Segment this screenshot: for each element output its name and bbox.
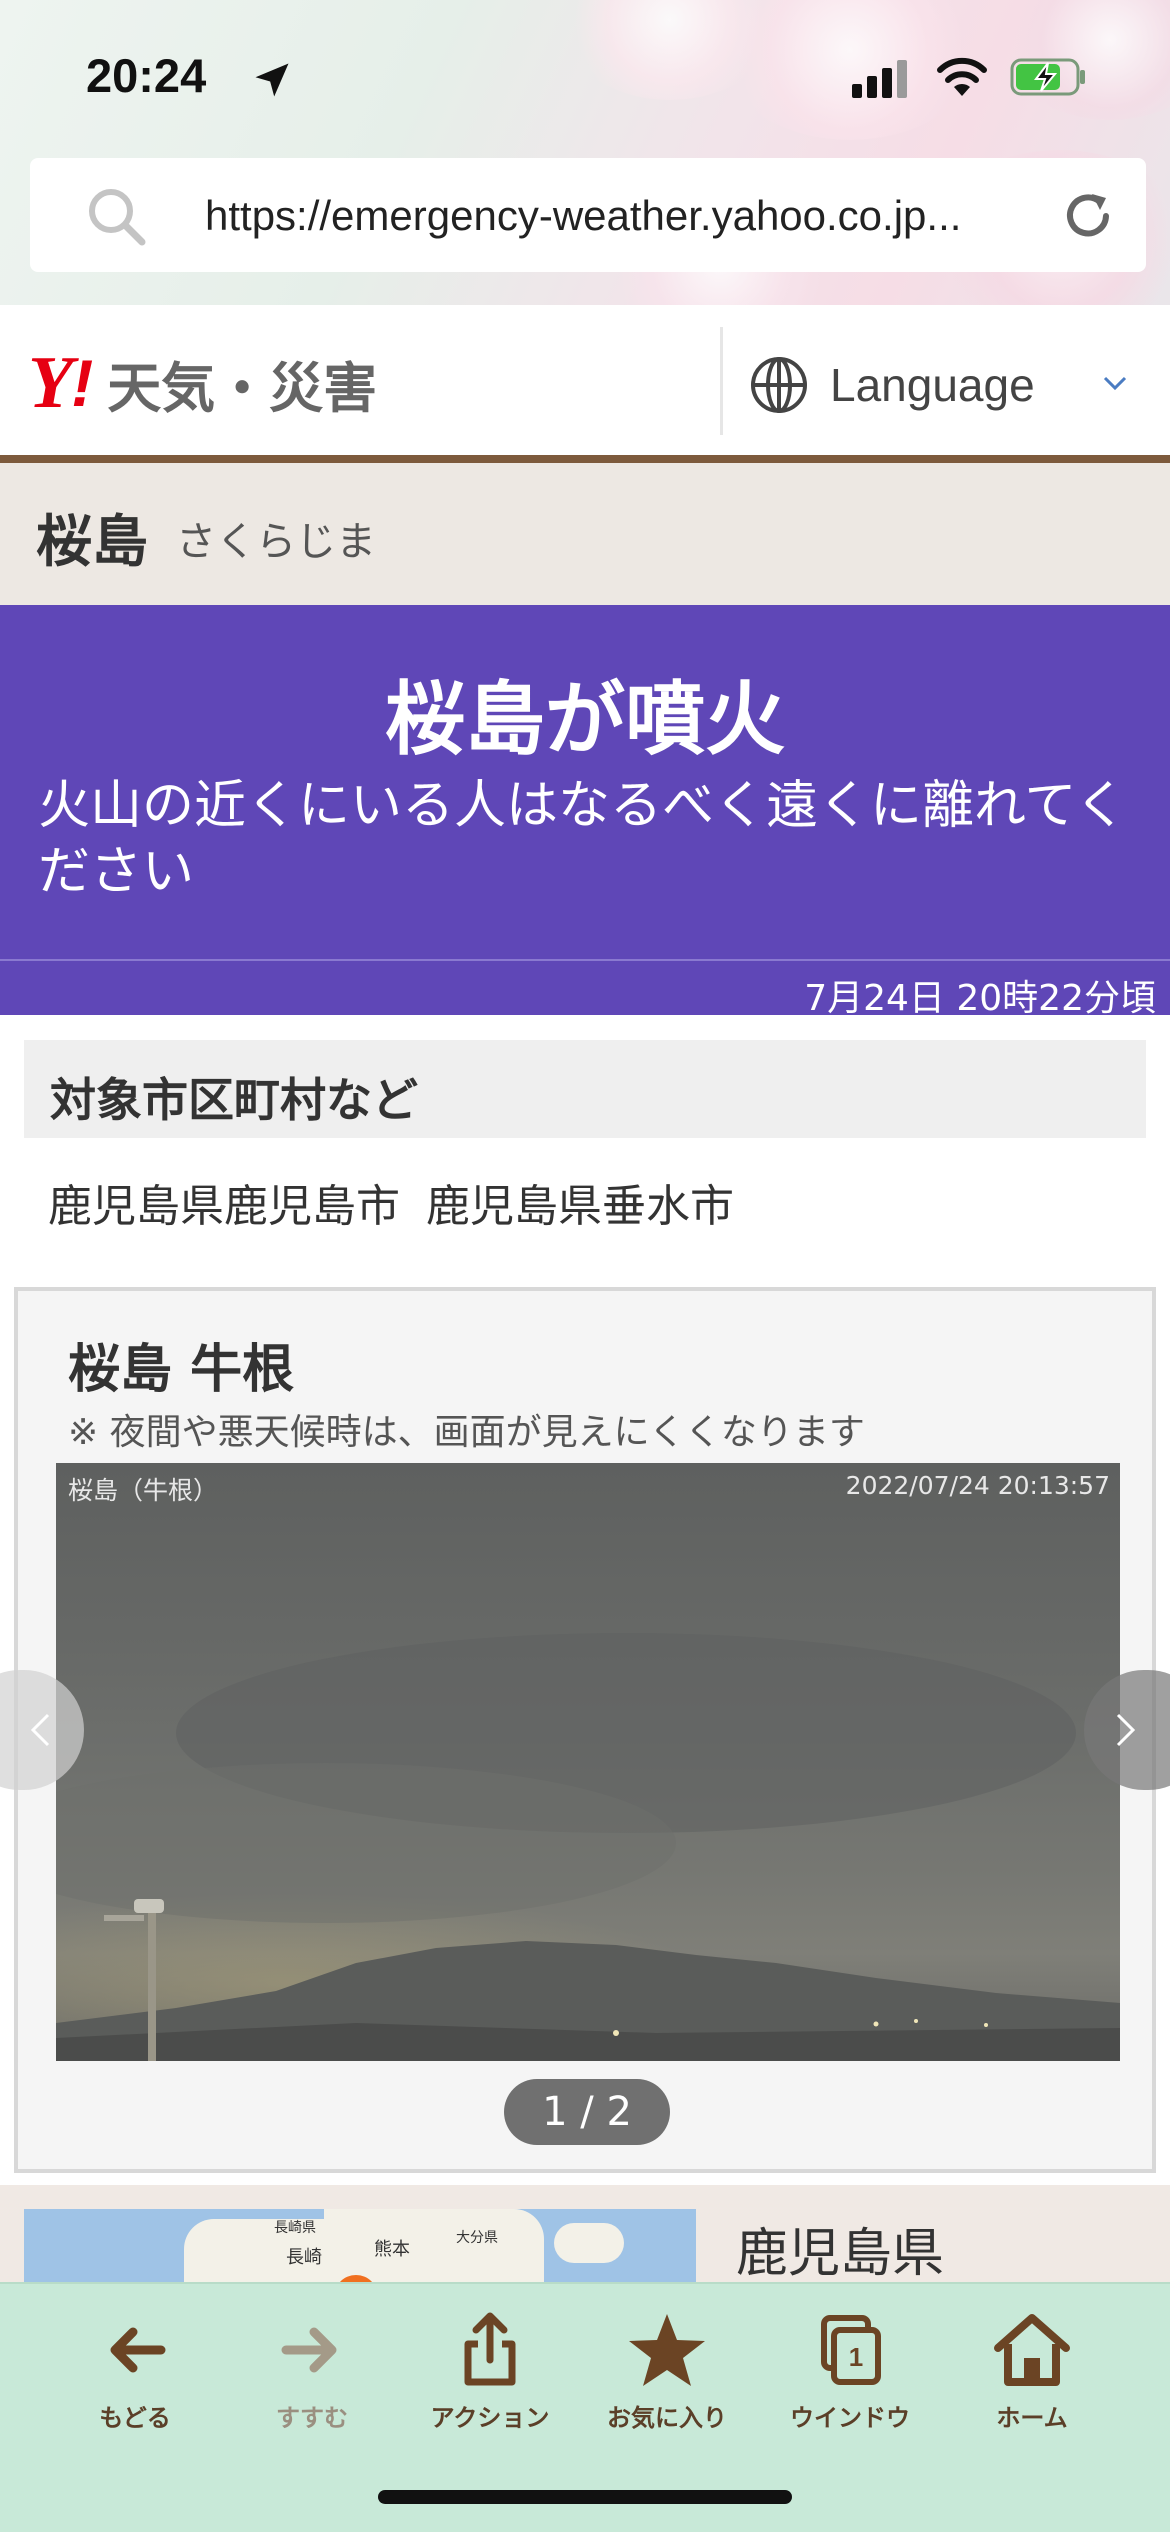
alert-title: 桜島が噴火 xyxy=(385,673,785,766)
place-name: 桜島 xyxy=(36,510,148,575)
language-selector[interactable]: Language xyxy=(748,345,1148,425)
alert-message: 火山の近くにいる人はなるべく遠くに離れてください xyxy=(38,776,1127,902)
toolbar-label: すすむ xyxy=(276,2404,348,2432)
reload-icon[interactable] xyxy=(1060,188,1116,244)
prefecture-map-thumbnail[interactable]: 長崎県 長崎 熊本 大分県 xyxy=(24,2209,696,2285)
chevron-left-icon xyxy=(30,1713,50,1747)
camera-note: ※ 夜間や悪天候時は、画面が見えにくくなります xyxy=(68,1412,865,1453)
header-divider xyxy=(720,327,723,435)
prefecture-map-section: 長崎県 長崎 熊本 大分県 鹿児島県 xyxy=(0,2185,1170,2285)
chevron-right-icon xyxy=(1116,1713,1136,1747)
toolbar-label: ホーム xyxy=(996,2404,1068,2432)
yahoo-weather-logo[interactable]: Y ! 天気・災害 xyxy=(28,341,378,424)
language-label: Language xyxy=(830,359,1035,411)
place-header: 桜島 さくらじま xyxy=(0,463,1170,605)
eruption-alert-banner: 桜島が噴火 火山の近くにいる人はなるべく遠くに離れてください 7月24日 20時… xyxy=(0,605,1170,1019)
windows-icon: 1 xyxy=(821,2315,881,2385)
toolbar-label: もどる xyxy=(99,2404,171,2432)
back-arrow-icon xyxy=(110,2327,166,2373)
toolbar-label: ウインドウ xyxy=(790,2404,910,2432)
site-header: Y ! 天気・災害 Language xyxy=(0,305,1170,455)
forward-arrow-icon xyxy=(281,2327,337,2373)
url-text[interactable]: https://emergency-weather.yahoo.co.jp... xyxy=(205,192,1075,240)
star-icon xyxy=(629,2314,705,2386)
prefecture-name: 鹿児島県 xyxy=(736,2224,945,2284)
live-camera-card: 桜島 牛根 ※ 夜間や悪天候時は、画面が見えにくくなります 桜島（牛根） 202… xyxy=(14,1287,1156,2173)
toolbar-label: アクション xyxy=(430,2404,550,2432)
map-landmass xyxy=(324,2209,544,2285)
target-areas-heading: 対象市区町村など xyxy=(50,1073,418,1127)
target-areas-heading-box: 対象市区町村など xyxy=(24,1040,1146,1138)
target-areas-list: 鹿児島県鹿児島市 鹿児島県垂水市 xyxy=(48,1170,734,1234)
back-button[interactable]: もどる xyxy=(50,2310,220,2440)
forward-button[interactable]: すすむ xyxy=(227,2310,397,2440)
home-indicator[interactable] xyxy=(378,2490,792,2504)
map-landmass xyxy=(554,2223,624,2263)
alert-timestamp: 7月24日 20時22分頃 xyxy=(804,978,1156,1019)
action-button[interactable]: アクション xyxy=(405,2310,575,2440)
camera-title: 桜島 牛根 xyxy=(68,1340,295,1400)
logo-exclaim: ! xyxy=(71,346,94,420)
globe-icon xyxy=(751,357,807,413)
target-area-item: 鹿児島県鹿児島市 xyxy=(48,1181,400,1232)
camera-timestamp-overlay: 2022/07/24 20:13:57 xyxy=(845,1471,1110,1500)
camera-scene xyxy=(56,1899,1120,2061)
map-place-label: 長崎 xyxy=(286,2247,322,2268)
status-time: 20:24 xyxy=(86,49,207,102)
home-icon xyxy=(994,2314,1070,2386)
location-arrow-icon xyxy=(255,63,289,97)
address-bar[interactable]: https://emergency-weather.yahoo.co.jp... xyxy=(30,158,1146,272)
map-place-label: 長崎県 xyxy=(274,2220,316,2236)
place-reading: さくらじま xyxy=(176,519,376,565)
camera-location-overlay: 桜島（牛根） xyxy=(68,1476,219,1505)
target-area-item: 鹿児島県垂水市 xyxy=(426,1181,734,1232)
header-rule xyxy=(0,455,1170,463)
window-count: 1 xyxy=(849,2342,863,2372)
camera-image[interactable]: 桜島（牛根） 2022/07/24 20:13:57 xyxy=(56,1463,1120,2061)
alert-divider xyxy=(0,959,1170,961)
battery-charging-icon xyxy=(1010,58,1085,96)
browser-top-chrome: 20:24 https://emergency-weather.yahoo.co… xyxy=(0,0,1170,305)
map-place-label: 熊本 xyxy=(374,2239,410,2260)
wifi-icon xyxy=(937,57,987,96)
image-pager: 1 / 2 xyxy=(504,2079,670,2145)
search-icon xyxy=(89,189,146,246)
chevron-down-icon xyxy=(1103,376,1127,391)
windows-button[interactable]: 1 ウインドウ xyxy=(765,2310,935,2440)
cellular-signal-icon xyxy=(852,58,912,98)
logo-text: 天気・災害 xyxy=(107,356,378,420)
share-icon xyxy=(464,2312,516,2386)
logo-mark: Y xyxy=(28,341,73,424)
favorites-button[interactable]: お気に入り xyxy=(582,2310,752,2440)
map-place-label: 大分県 xyxy=(456,2230,498,2246)
toolbar-label: お気に入り xyxy=(607,2404,727,2432)
home-button[interactable]: ホーム xyxy=(947,2310,1117,2440)
